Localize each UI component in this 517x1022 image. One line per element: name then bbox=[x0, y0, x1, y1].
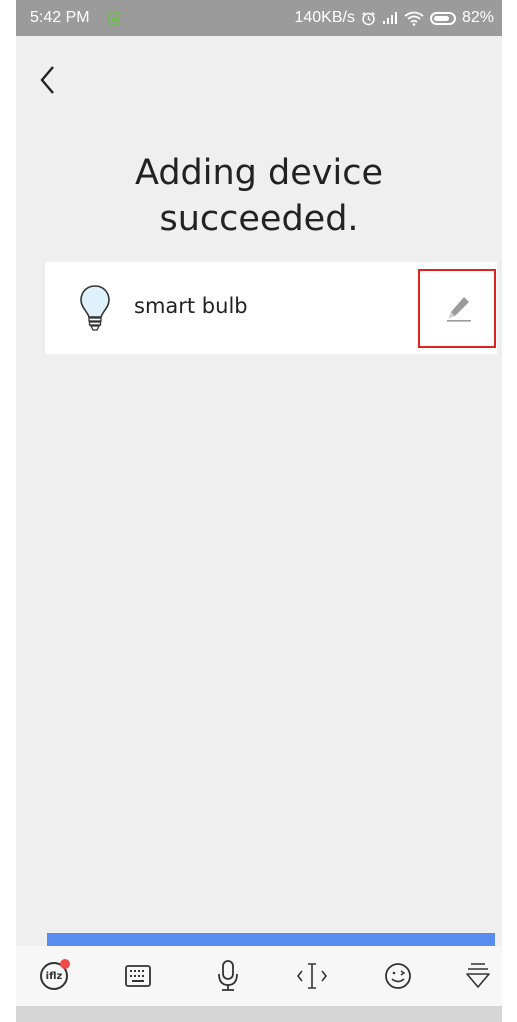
battery-percent: 82% bbox=[461, 9, 494, 26]
keyboard-button[interactable] bbox=[116, 956, 160, 996]
keyboard-top-strip bbox=[47, 933, 495, 946]
edit-device-name-button[interactable] bbox=[418, 269, 496, 348]
wifi-icon bbox=[404, 11, 424, 26]
navigation-bar-strip bbox=[16, 1006, 502, 1022]
ifly-logo-text: iflz bbox=[45, 970, 63, 982]
page-title-line-1: Adding device bbox=[135, 153, 383, 193]
back-button[interactable] bbox=[34, 62, 64, 98]
status-time: 5:42 PM bbox=[30, 9, 90, 26]
signal-icon bbox=[382, 12, 397, 24]
text-cursor-icon bbox=[296, 963, 328, 989]
emoji-button[interactable] bbox=[376, 956, 420, 996]
status-indicators: 140KB/s 82% bbox=[294, 9, 494, 27]
battery-fill bbox=[433, 15, 449, 21]
battery-icon bbox=[429, 11, 456, 25]
alarm-icon bbox=[362, 11, 375, 25]
keyboard-toolbar: iflz bbox=[16, 946, 502, 1006]
status-bar: 5:42 PM 140KB/s 82% bbox=[16, 0, 502, 36]
chevron-left-icon bbox=[40, 66, 54, 94]
pencil-icon bbox=[447, 297, 471, 322]
page-title-line-2: succeeded. bbox=[159, 199, 359, 239]
app-notification-icon bbox=[108, 11, 120, 25]
device-card: smart bulb bbox=[45, 262, 497, 354]
app-screen: 5:42 PM 140KB/s 82% Adding device succee… bbox=[16, 0, 502, 1022]
collapse-keyboard-icon bbox=[466, 963, 490, 988]
light-bulb-icon bbox=[80, 285, 110, 331]
microphone-icon bbox=[218, 960, 238, 991]
emoji-icon bbox=[385, 963, 411, 989]
page-title: Adding device succeeded. bbox=[16, 150, 502, 242]
keyboard-icon bbox=[125, 965, 151, 987]
ifly-logo-button[interactable]: iflz bbox=[32, 956, 76, 996]
voice-input-button[interactable] bbox=[206, 956, 250, 996]
network-speed: 140KB/s bbox=[294, 9, 355, 26]
collapse-keyboard-button[interactable] bbox=[456, 956, 500, 996]
device-name: smart bulb bbox=[134, 294, 248, 318]
cursor-move-button[interactable] bbox=[290, 956, 334, 996]
